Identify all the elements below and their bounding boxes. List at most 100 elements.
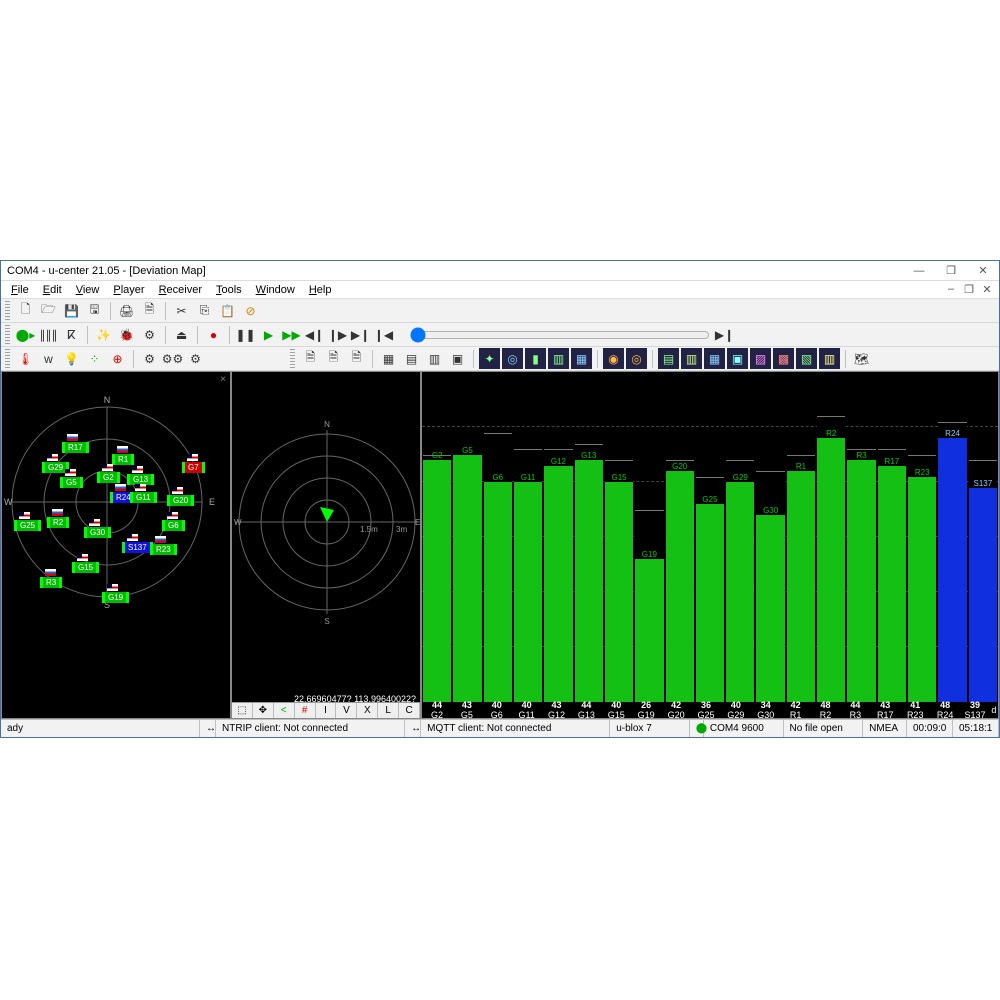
save-icon[interactable]: 💾 — [61, 300, 82, 321]
bar-r3[interactable]: R3 — [846, 372, 876, 702]
bar-g11[interactable]: G11 — [513, 372, 543, 702]
bar-g15[interactable]: G15 — [604, 372, 634, 702]
view-15-icon[interactable]: ▥ — [819, 348, 840, 369]
sat-g20[interactable]: G20 — [167, 495, 194, 506]
ff-icon[interactable]: ▶▶ — [281, 324, 302, 345]
devtool-5[interactable]: V — [336, 703, 357, 718]
toolbar-grip[interactable] — [5, 349, 10, 369]
sky-view-pane[interactable]: × N S E W R17R1G29G7G5G2G13R24G11G20R2G2 — [1, 371, 231, 719]
toolbar-grip[interactable] — [5, 325, 10, 345]
close-button[interactable]: ✕ — [967, 261, 999, 281]
view-7-icon[interactable]: ◎ — [626, 348, 647, 369]
layout3-icon[interactable]: ▥ — [424, 348, 445, 369]
bar-r24[interactable]: R24 — [937, 372, 967, 702]
maximize-button[interactable]: ❐ — [935, 261, 967, 281]
toolbar-grip[interactable] — [5, 301, 10, 321]
view-signal-icon[interactable]: ▮ — [525, 348, 546, 369]
sat-r2[interactable]: R2 — [47, 517, 69, 528]
new-icon[interactable]: 🗋 — [15, 300, 36, 321]
step-back-icon[interactable]: ◀❙ — [304, 324, 325, 345]
menu-player[interactable]: Player — [107, 283, 150, 297]
playback-slider[interactable] — [410, 327, 710, 343]
sat-r17[interactable]: R17 — [62, 442, 89, 453]
print-icon[interactable]: 🖨 — [116, 300, 137, 321]
view-14-icon[interactable]: ▧ — [796, 348, 817, 369]
devtool-2[interactable]: < — [274, 703, 295, 718]
bar-r1[interactable]: R1 — [786, 372, 816, 702]
doc2-icon[interactable]: 🗎 — [323, 348, 344, 369]
open-icon[interactable]: 🗁 — [38, 300, 59, 321]
view-sky-icon[interactable]: ✦ — [479, 348, 500, 369]
devtool-0[interactable]: ⬚ — [232, 703, 253, 718]
menu-help[interactable]: Help — [303, 283, 338, 297]
signal-bars-pane[interactable]: G2G5G6G11G12G13G15G19G20G25G29G30R1R2R3R… — [421, 371, 999, 719]
view-map-icon[interactable]: 🗺 — [851, 348, 872, 369]
connect-icon[interactable]: ⬤▸ — [15, 324, 36, 345]
cluster-icon[interactable]: ⁘ — [84, 348, 105, 369]
seek-end-icon[interactable]: ▶❙ — [714, 324, 735, 345]
bar-r2[interactable]: R2 — [816, 372, 846, 702]
paste-icon[interactable]: 📋 — [217, 300, 238, 321]
copy-icon[interactable]: ⎘ — [194, 300, 215, 321]
sat-g30[interactable]: G30 — [84, 527, 111, 538]
devtool-7[interactable]: L — [378, 703, 399, 718]
bar-r23[interactable]: R23 — [907, 372, 937, 702]
doc3-icon[interactable]: 🗎 — [346, 348, 367, 369]
menu-edit[interactable]: Edit — [37, 283, 68, 297]
toolbar-grip[interactable] — [290, 349, 295, 369]
bar-g5[interactable]: G5 — [452, 372, 482, 702]
view-11-icon[interactable]: ▣ — [727, 348, 748, 369]
deviation-map-pane[interactable]: N S E W 1.5m 3m 22.66960477? 113.9964002… — [231, 371, 421, 719]
disconnect-icon[interactable]: ∥∥∥ — [38, 324, 59, 345]
sat-g11[interactable]: G11 — [130, 492, 157, 503]
layout4-icon[interactable]: ▣ — [447, 348, 468, 369]
view-13-icon[interactable]: ▩ — [773, 348, 794, 369]
wand-icon[interactable]: ✨ — [93, 324, 114, 345]
gears-icon[interactable]: ⚙⚙ — [162, 348, 183, 369]
bar-g30[interactable]: G30 — [755, 372, 785, 702]
print-preview-icon[interactable]: 🗎 — [139, 300, 160, 321]
cancel-icon[interactable]: ⊘ — [240, 300, 261, 321]
view-12-icon[interactable]: ▨ — [750, 348, 771, 369]
save-icon-2[interactable]: 🖫 — [84, 300, 105, 321]
sat-s137[interactable]: S137 — [122, 542, 153, 553]
view-6-icon[interactable]: ◉ — [603, 348, 624, 369]
bar-g6[interactable]: G6 — [483, 372, 513, 702]
menu-view[interactable]: View — [70, 283, 106, 297]
layout2-icon[interactable]: ▤ — [401, 348, 422, 369]
bar-g25[interactable]: G25 — [695, 372, 725, 702]
menu-window[interactable]: Window — [250, 283, 301, 297]
skip-fwd-icon[interactable]: ▶❙ — [350, 324, 371, 345]
bar-g19[interactable]: G19 — [634, 372, 664, 702]
menu-file[interactable]: File — [5, 283, 35, 297]
menu-tools[interactable]: Tools — [210, 283, 248, 297]
devtool-8[interactable]: C — [399, 703, 420, 718]
bar-g20[interactable]: G20 — [665, 372, 695, 702]
skip-end-icon[interactable]: ❙◀ — [373, 324, 394, 345]
bar-g12[interactable]: G12 — [543, 372, 573, 702]
sat-r3[interactable]: R3 — [40, 577, 62, 588]
mdi-minimize-icon[interactable]: – — [943, 283, 959, 296]
bug-icon[interactable]: 🐞 — [116, 324, 137, 345]
minimize-button[interactable]: — — [903, 261, 935, 281]
sat-g19[interactable]: G19 — [102, 592, 129, 603]
mdi-restore-icon[interactable]: ❐ — [961, 283, 977, 296]
devtool-1[interactable]: ✥ — [253, 703, 274, 718]
gear2-icon[interactable]: ⚙ — [139, 348, 160, 369]
play-icon[interactable]: ▶ — [258, 324, 279, 345]
target-icon[interactable]: ⊕ — [107, 348, 128, 369]
view-8-icon[interactable]: ▤ — [658, 348, 679, 369]
cut-icon[interactable]: ✂ — [171, 300, 192, 321]
pane-close-icon[interactable]: × — [220, 374, 226, 385]
bar-r17[interactable]: R17 — [877, 372, 907, 702]
watch-icon[interactable]: w — [38, 348, 59, 369]
step-fwd-icon[interactable]: ❙▶ — [327, 324, 348, 345]
sat-g25[interactable]: G25 — [14, 520, 41, 531]
view-10-icon[interactable]: ▦ — [704, 348, 725, 369]
devtool-6[interactable]: X — [357, 703, 378, 718]
sat-g7[interactable]: G7 — [182, 462, 205, 473]
sat-g15[interactable]: G15 — [72, 562, 99, 573]
pause-icon[interactable]: ❚❚ — [235, 324, 256, 345]
view-bars-icon[interactable]: ▥ — [548, 348, 569, 369]
layout1-icon[interactable]: ▦ — [378, 348, 399, 369]
